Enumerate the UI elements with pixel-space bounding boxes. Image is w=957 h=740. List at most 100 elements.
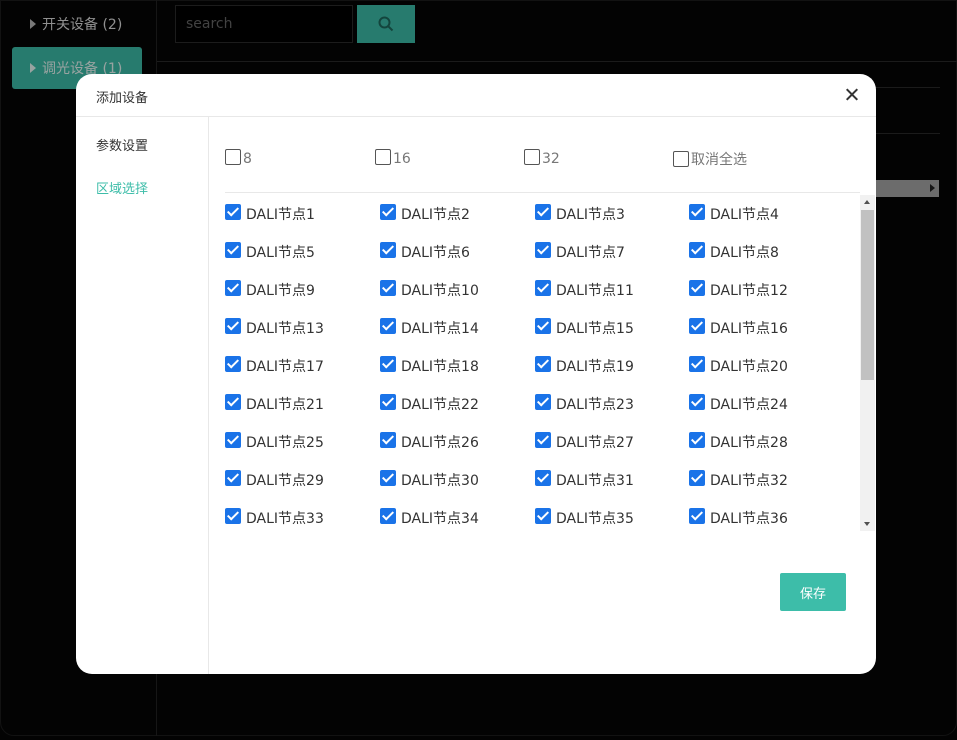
checkbox[interactable] <box>225 149 241 165</box>
checkbox[interactable] <box>524 149 540 165</box>
node-checkbox-item[interactable]: DALI节点4 <box>689 202 779 223</box>
checked-checkbox[interactable] <box>225 318 241 334</box>
select-16-option[interactable]: 16 <box>375 149 411 167</box>
node-checkbox-item[interactable]: DALI节点20 <box>689 354 788 375</box>
checked-checkbox[interactable] <box>225 432 241 448</box>
dialog-side-menu: 参数设置 区域选择 <box>76 117 209 674</box>
node-list-scrollbar[interactable] <box>860 195 875 531</box>
area-selection-panel: 8 16 32 取消全选 DALI节点1 DALI节点2 DALI节点3 DALI节点… <box>209 117 876 674</box>
node-label: DALI节点30 <box>401 473 479 489</box>
node-label: DALI节点2 <box>401 207 470 223</box>
checked-checkbox[interactable] <box>225 242 241 258</box>
node-checkbox-item[interactable]: DALI节点27 <box>535 430 634 451</box>
checked-checkbox[interactable] <box>535 432 551 448</box>
side-item-area-selection[interactable]: 区域选择 <box>96 178 148 197</box>
node-label: DALI节点33 <box>246 511 324 527</box>
checked-checkbox[interactable] <box>535 318 551 334</box>
checked-checkbox[interactable] <box>535 394 551 410</box>
checked-checkbox[interactable] <box>689 508 705 524</box>
node-checkbox-item[interactable]: DALI节点22 <box>380 392 479 413</box>
scrollbar-thumb[interactable] <box>861 210 874 380</box>
node-checkbox-item[interactable]: DALI节点1 <box>225 202 315 223</box>
checked-checkbox[interactable] <box>535 356 551 372</box>
checked-checkbox[interactable] <box>225 394 241 410</box>
checked-checkbox[interactable] <box>380 318 396 334</box>
node-checkbox-item[interactable]: DALI节点3 <box>535 202 625 223</box>
node-label: DALI节点32 <box>710 473 788 489</box>
checked-checkbox[interactable] <box>225 470 241 486</box>
node-checkbox-item[interactable]: DALI节点30 <box>380 468 479 489</box>
node-checkbox-item[interactable]: DALI节点16 <box>689 316 788 337</box>
checked-checkbox[interactable] <box>535 508 551 524</box>
checked-checkbox[interactable] <box>689 280 705 296</box>
node-checkbox-item[interactable]: DALI节点9 <box>225 278 315 299</box>
node-checkbox-item[interactable]: DALI节点17 <box>225 354 324 375</box>
node-checkbox-item[interactable]: DALI节点29 <box>225 468 324 489</box>
node-checkbox-item[interactable]: DALI节点21 <box>225 392 324 413</box>
node-checkbox-item[interactable]: DALI节点32 <box>689 468 788 489</box>
node-label: DALI节点5 <box>246 245 315 261</box>
node-label: DALI节点27 <box>556 435 634 451</box>
node-label: DALI节点19 <box>556 359 634 375</box>
checked-checkbox[interactable] <box>380 470 396 486</box>
checked-checkbox[interactable] <box>689 432 705 448</box>
node-checkbox-item[interactable]: DALI节点14 <box>380 316 479 337</box>
node-checkbox-item[interactable]: DALI节点35 <box>535 506 634 527</box>
node-checkbox-item[interactable]: DALI节点18 <box>380 354 479 375</box>
node-checkbox-item[interactable]: DALI节点28 <box>689 430 788 451</box>
node-checkbox-item[interactable]: DALI节点23 <box>535 392 634 413</box>
node-checkbox-item[interactable]: DALI节点6 <box>380 240 470 261</box>
select-8-option[interactable]: 8 <box>225 149 252 167</box>
checked-checkbox[interactable] <box>535 242 551 258</box>
checked-checkbox[interactable] <box>380 204 396 220</box>
node-checkbox-item[interactable]: DALI节点13 <box>225 316 324 337</box>
checked-checkbox[interactable] <box>689 394 705 410</box>
checked-checkbox[interactable] <box>535 470 551 486</box>
side-item-parameter-settings[interactable]: 参数设置 <box>96 135 148 154</box>
node-label: DALI节点13 <box>246 321 324 337</box>
checked-checkbox[interactable] <box>225 508 241 524</box>
save-button[interactable]: 保存 <box>780 573 846 611</box>
node-checkbox-item[interactable]: DALI节点2 <box>380 202 470 223</box>
select-32-option[interactable]: 32 <box>524 149 560 167</box>
checked-checkbox[interactable] <box>380 280 396 296</box>
checkbox[interactable] <box>673 151 689 167</box>
scroll-up-icon[interactable] <box>864 200 870 204</box>
node-checkbox-item[interactable]: DALI节点19 <box>535 354 634 375</box>
scroll-down-icon[interactable] <box>864 522 870 526</box>
checked-checkbox[interactable] <box>535 204 551 220</box>
node-checkbox-item[interactable]: DALI节点34 <box>380 506 479 527</box>
checked-checkbox[interactable] <box>689 242 705 258</box>
deselect-all-option[interactable]: 取消全选 <box>673 149 747 169</box>
checked-checkbox[interactable] <box>380 508 396 524</box>
node-checkbox-item[interactable]: DALI节点11 <box>535 278 634 299</box>
checked-checkbox[interactable] <box>225 280 241 296</box>
node-checkbox-item[interactable]: DALI节点12 <box>689 278 788 299</box>
node-checkbox-item[interactable]: DALI节点26 <box>380 430 479 451</box>
checked-checkbox[interactable] <box>689 356 705 372</box>
node-checkbox-item[interactable]: DALI节点10 <box>380 278 479 299</box>
node-checkbox-item[interactable]: DALI节点33 <box>225 506 324 527</box>
checked-checkbox[interactable] <box>380 432 396 448</box>
checked-checkbox[interactable] <box>689 470 705 486</box>
checked-checkbox[interactable] <box>380 242 396 258</box>
node-checkbox-item[interactable]: DALI节点15 <box>535 316 634 337</box>
close-icon[interactable] <box>842 85 862 105</box>
node-checkbox-grid: DALI节点1 DALI节点2 DALI节点3 DALI节点4 DALI节点5 DALI节… <box>225 194 876 532</box>
checkbox[interactable] <box>375 149 391 165</box>
node-checkbox-item[interactable]: DALI节点8 <box>689 240 779 261</box>
node-checkbox-item[interactable]: DALI节点5 <box>225 240 315 261</box>
node-checkbox-item[interactable]: DALI节点7 <box>535 240 625 261</box>
node-label: DALI节点24 <box>710 397 788 413</box>
node-checkbox-item[interactable]: DALI节点25 <box>225 430 324 451</box>
checked-checkbox[interactable] <box>380 356 396 372</box>
checked-checkbox[interactable] <box>689 204 705 220</box>
checked-checkbox[interactable] <box>225 356 241 372</box>
node-checkbox-item[interactable]: DALI节点24 <box>689 392 788 413</box>
checked-checkbox[interactable] <box>380 394 396 410</box>
checked-checkbox[interactable] <box>535 280 551 296</box>
checked-checkbox[interactable] <box>225 204 241 220</box>
node-checkbox-item[interactable]: DALI节点31 <box>535 468 634 489</box>
checked-checkbox[interactable] <box>689 318 705 334</box>
node-checkbox-item[interactable]: DALI节点36 <box>689 506 788 527</box>
